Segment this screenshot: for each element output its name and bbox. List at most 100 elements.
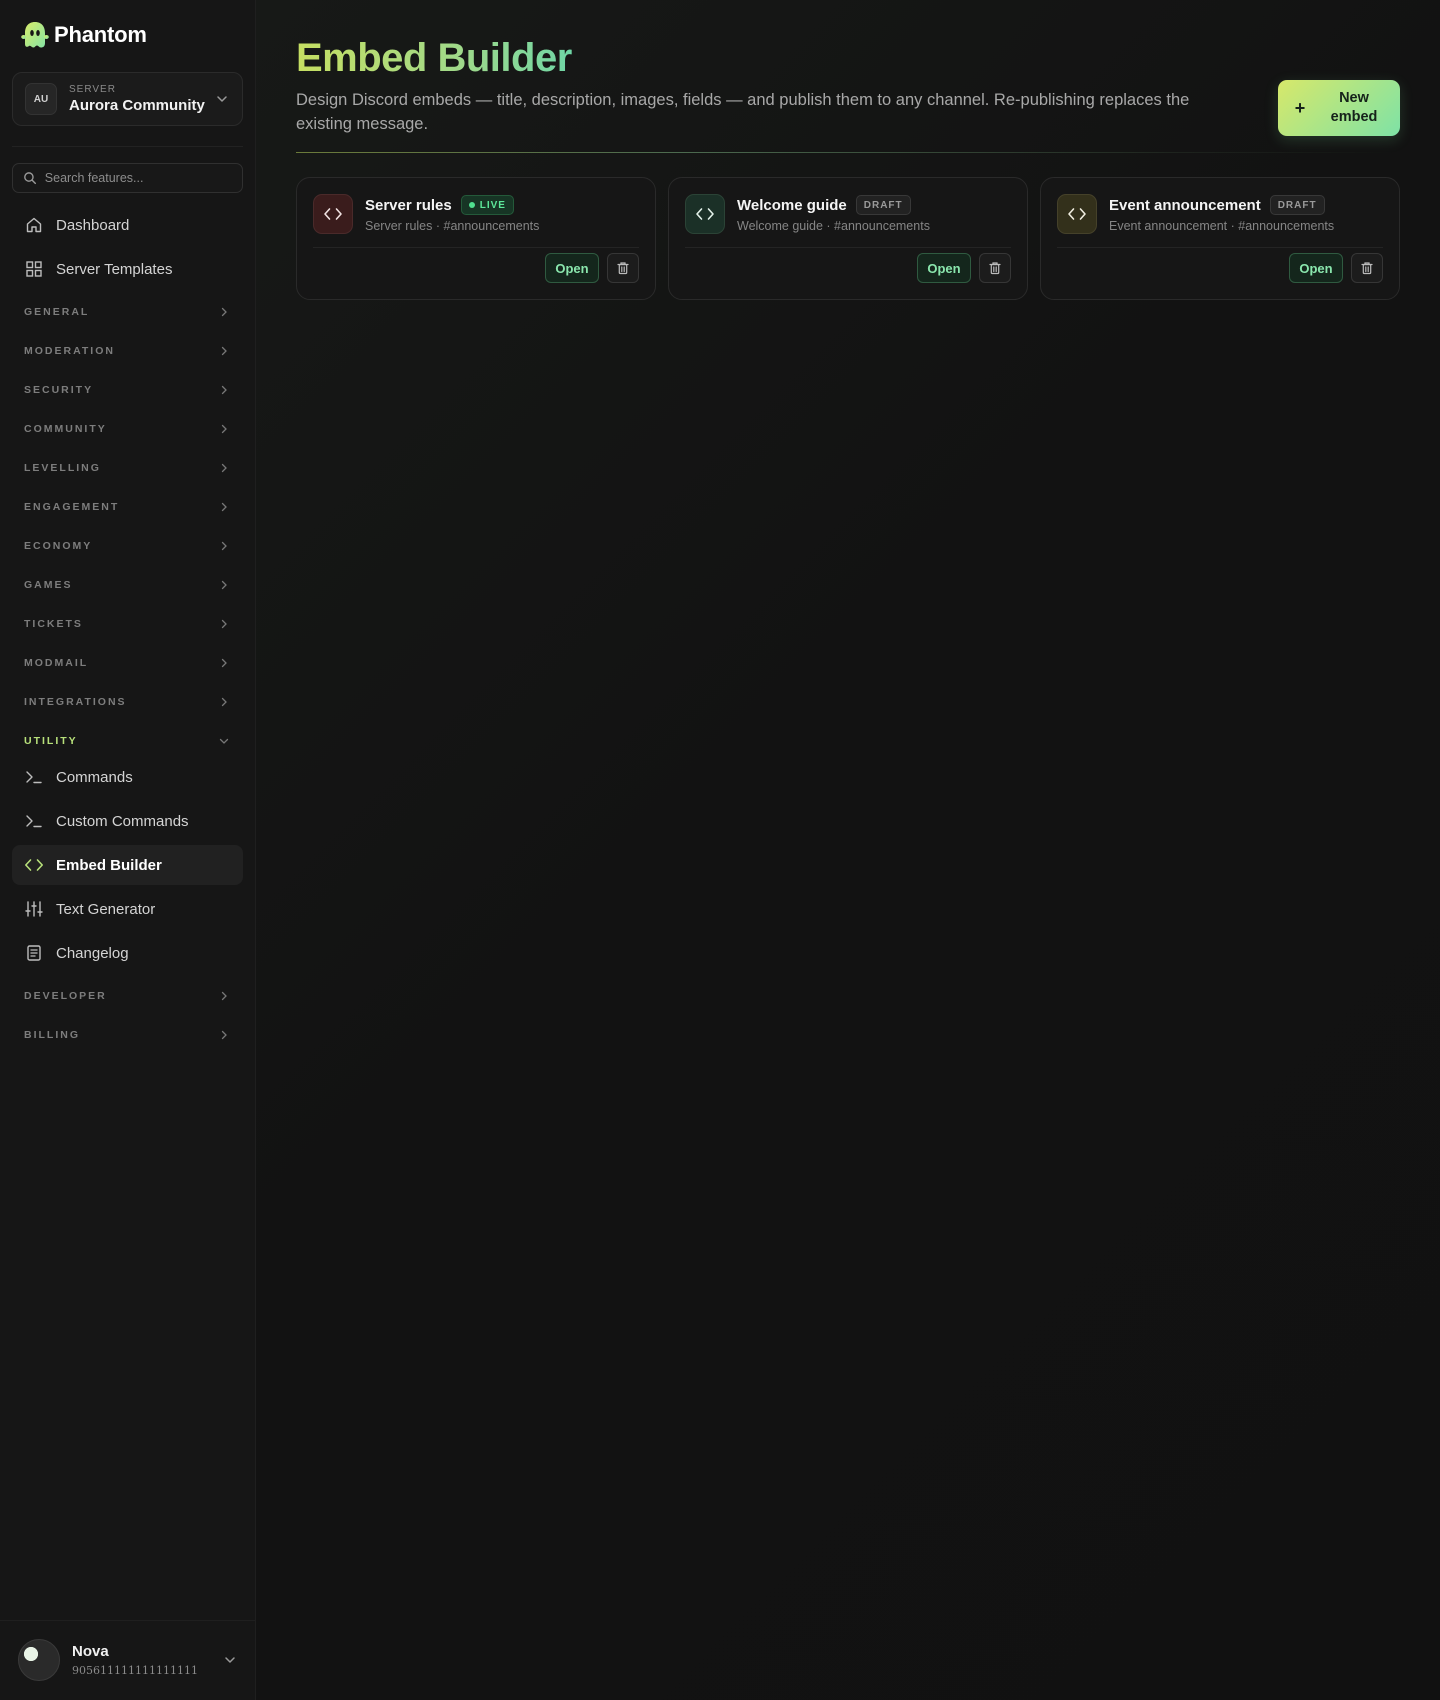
delete-button[interactable] — [979, 253, 1011, 283]
phantom-logo-icon — [21, 22, 49, 48]
card-divider — [685, 247, 1011, 248]
search-input[interactable] — [44, 171, 232, 185]
embed-card[interactable]: Server rules LIVE Server rules · #announ… — [296, 177, 656, 300]
section-modmail-label: MODMAIL — [24, 657, 89, 669]
chevron-right-icon — [221, 991, 227, 1001]
delete-button[interactable] — [607, 253, 639, 283]
section-tickets[interactable]: TICKETS — [12, 609, 243, 639]
nav-changelog[interactable]: Changelog — [12, 933, 243, 973]
search-icon — [24, 172, 37, 185]
live-dot-icon — [468, 202, 475, 208]
embed-subtitle: Event announcement · #announcements — [1109, 219, 1335, 233]
section-moderation-label: MODERATION — [24, 345, 115, 357]
embed-subtitle: Welcome guide · #announcements — [737, 219, 930, 233]
section-integrations[interactable]: INTEGRATIONS — [12, 687, 243, 717]
chevron-right-icon — [221, 346, 227, 356]
grid-icon — [24, 259, 44, 279]
trash-icon — [1361, 262, 1373, 275]
code-icon — [24, 855, 44, 875]
section-levelling[interactable]: LEVELLING — [12, 453, 243, 483]
page-title: Embed Builder — [296, 36, 572, 80]
chevron-right-icon — [221, 307, 227, 317]
document-icon — [24, 943, 44, 963]
avatar — [18, 1639, 60, 1681]
server-selector[interactable]: AU SERVER Aurora Community — [12, 72, 243, 126]
chevron-right-icon — [221, 463, 227, 473]
brand-name: Phantom — [54, 22, 147, 47]
card-divider — [1057, 247, 1383, 248]
user-divider — [0, 1620, 256, 1621]
user-menu[interactable]: Nova 905611111111111111 — [18, 1638, 238, 1682]
trash-icon — [989, 262, 1001, 275]
brand[interactable]: Phantom — [20, 20, 147, 50]
section-billing[interactable]: BILLING — [12, 1020, 243, 1050]
status-badge-label: LIVE — [479, 199, 506, 211]
trash-icon — [617, 262, 629, 275]
embed-card[interactable]: Welcome guide DRAFT Welcome guide · #ann… — [668, 177, 1028, 300]
section-levelling-label: LEVELLING — [24, 462, 101, 474]
embed-title: Server rules — [365, 196, 452, 214]
user-name: Nova — [72, 1643, 109, 1660]
section-utility[interactable]: UTILITY — [12, 726, 243, 756]
section-community[interactable]: COMMUNITY — [12, 414, 243, 444]
main-content: Embed Builder Design Discord embeds — ti… — [256, 0, 1440, 1700]
status-badge: LIVE — [460, 195, 514, 215]
section-economy-label: ECONOMY — [24, 540, 93, 552]
page-description: Design Discord embeds — title, descripti… — [296, 91, 1190, 133]
section-games[interactable]: GAMES — [12, 570, 243, 600]
chevron-right-icon — [221, 424, 227, 434]
user-id: 905611111111111111 — [72, 1664, 198, 1677]
nav-dashboard[interactable]: Dashboard — [12, 205, 243, 245]
section-general-label: GENERAL — [24, 306, 90, 318]
nav-server-templates[interactable]: Server Templates — [12, 249, 243, 289]
chevron-down-icon — [217, 96, 227, 102]
section-tickets-label: TICKETS — [24, 618, 83, 630]
card-divider — [313, 247, 639, 248]
open-button[interactable]: Open — [1289, 253, 1343, 283]
nav-server-templates-label: Server Templates — [56, 260, 173, 278]
new-embed-label: New embed — [1330, 90, 1378, 125]
code-icon — [685, 194, 725, 234]
nav-commands[interactable]: Commands — [12, 757, 243, 797]
section-engagement-label: ENGAGEMENT — [24, 501, 120, 513]
section-moderation[interactable]: MODERATION — [12, 336, 243, 366]
embed-title: Event announcement — [1109, 196, 1261, 214]
terminal-icon — [24, 811, 44, 831]
open-button[interactable]: Open — [545, 253, 599, 283]
section-integrations-label: INTEGRATIONS — [24, 696, 127, 708]
search-box[interactable] — [12, 163, 243, 193]
nav-embed-builder-label: Embed Builder — [56, 856, 162, 874]
section-general[interactable]: GENERAL — [12, 297, 243, 327]
nav-dashboard-label: Dashboard — [56, 216, 130, 234]
chevron-right-icon — [221, 385, 227, 395]
section-developer[interactable]: DEVELOPER — [12, 981, 243, 1011]
sidebar: Phantom AU SERVER Aurora Community Dashb… — [0, 0, 256, 1700]
nav-embed-builder[interactable]: Embed Builder — [12, 845, 243, 885]
status-badge-label: DRAFT — [863, 199, 903, 211]
status-badge-label: DRAFT — [1277, 199, 1317, 211]
embed-card[interactable]: Event announcement DRAFT Event announcem… — [1040, 177, 1400, 300]
title-divider — [296, 152, 1400, 153]
nav-text-generator[interactable]: Text Generator — [12, 889, 243, 929]
new-embed-button[interactable]: + New embed — [1278, 80, 1400, 136]
section-billing-label: BILLING — [24, 1029, 80, 1041]
server-name: Aurora Community — [69, 97, 205, 114]
plus-icon: + — [1294, 97, 1306, 118]
section-developer-label: DEVELOPER — [24, 990, 107, 1002]
embed-title: Welcome guide — [737, 196, 847, 214]
embed-subtitle: Server rules · #announcements — [365, 219, 540, 233]
home-icon — [24, 215, 44, 235]
chevron-right-icon — [221, 502, 227, 512]
delete-button[interactable] — [1351, 253, 1383, 283]
chevron-right-icon — [221, 658, 227, 668]
section-modmail[interactable]: MODMAIL — [12, 648, 243, 678]
chevron-right-icon — [221, 619, 227, 629]
section-economy[interactable]: ECONOMY — [12, 531, 243, 561]
open-button[interactable]: Open — [917, 253, 971, 283]
section-engagement[interactable]: ENGAGEMENT — [12, 492, 243, 522]
section-utility-label: UTILITY — [24, 735, 78, 747]
nav-text-generator-label: Text Generator — [56, 900, 156, 918]
nav-custom-commands[interactable]: Custom Commands — [12, 801, 243, 841]
section-security[interactable]: SECURITY — [12, 375, 243, 405]
code-icon — [1057, 194, 1097, 234]
